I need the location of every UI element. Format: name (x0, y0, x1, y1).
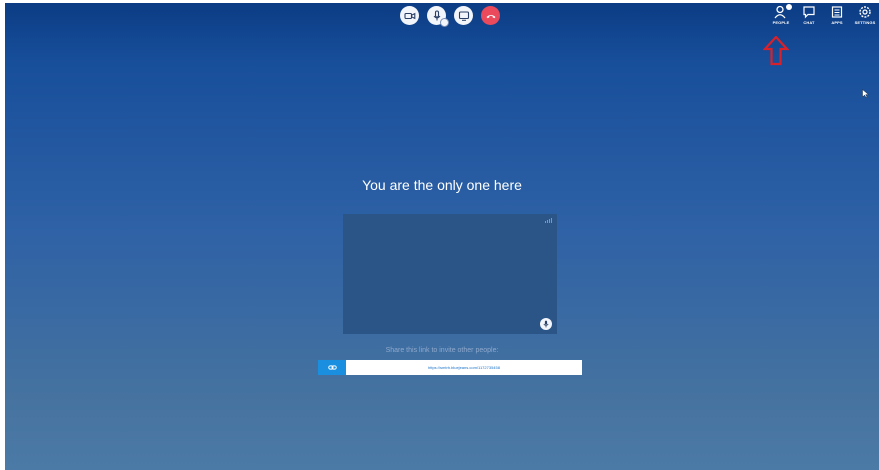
right-navigation: PEOPLE CHAT APPS SETTINGS (767, 4, 879, 25)
hangup-button[interactable] (481, 6, 500, 25)
red-arrow-icon (763, 36, 789, 66)
screen-share-icon (458, 10, 469, 21)
only-one-here-heading: You are the only one here (362, 177, 522, 193)
settings-tab[interactable]: SETTINGS (851, 5, 879, 25)
chat-tab[interactable]: CHAT (795, 5, 823, 25)
chat-icon (803, 6, 815, 19)
mic-settings-badge[interactable] (440, 18, 449, 27)
call-controls (400, 6, 500, 27)
people-count-badge (786, 4, 792, 10)
camera-button[interactable] (400, 6, 419, 25)
apps-icon (831, 6, 843, 18)
people-tab[interactable]: PEOPLE (767, 4, 795, 25)
microphone-icon (543, 320, 549, 328)
copy-link-button[interactable] (318, 360, 346, 375)
people-label: PEOPLE (772, 20, 790, 25)
settings-label: SETTINGS (854, 20, 876, 25)
microphone-button[interactable] (427, 6, 449, 27)
gear-icon (859, 6, 871, 18)
self-video-tile (343, 214, 557, 334)
invite-instructions: Share this link to invite other people: (385, 347, 499, 354)
meeting-stage: PEOPLE CHAT APPS SETTINGS You are the on… (5, 3, 879, 470)
chat-label: CHAT (803, 20, 815, 25)
apps-label: APPS (831, 20, 843, 25)
invite-link-bar (318, 360, 582, 375)
hangup-icon (486, 14, 495, 18)
invite-link-field[interactable] (346, 360, 582, 375)
apps-tab[interactable]: APPS (823, 5, 851, 25)
signal-strength-icon (545, 218, 552, 223)
link-icon (327, 365, 337, 370)
tile-mic-button[interactable] (540, 318, 552, 330)
mouse-cursor-icon (862, 89, 869, 98)
camera-icon (403, 12, 415, 19)
screen-share-button[interactable] (454, 6, 473, 25)
